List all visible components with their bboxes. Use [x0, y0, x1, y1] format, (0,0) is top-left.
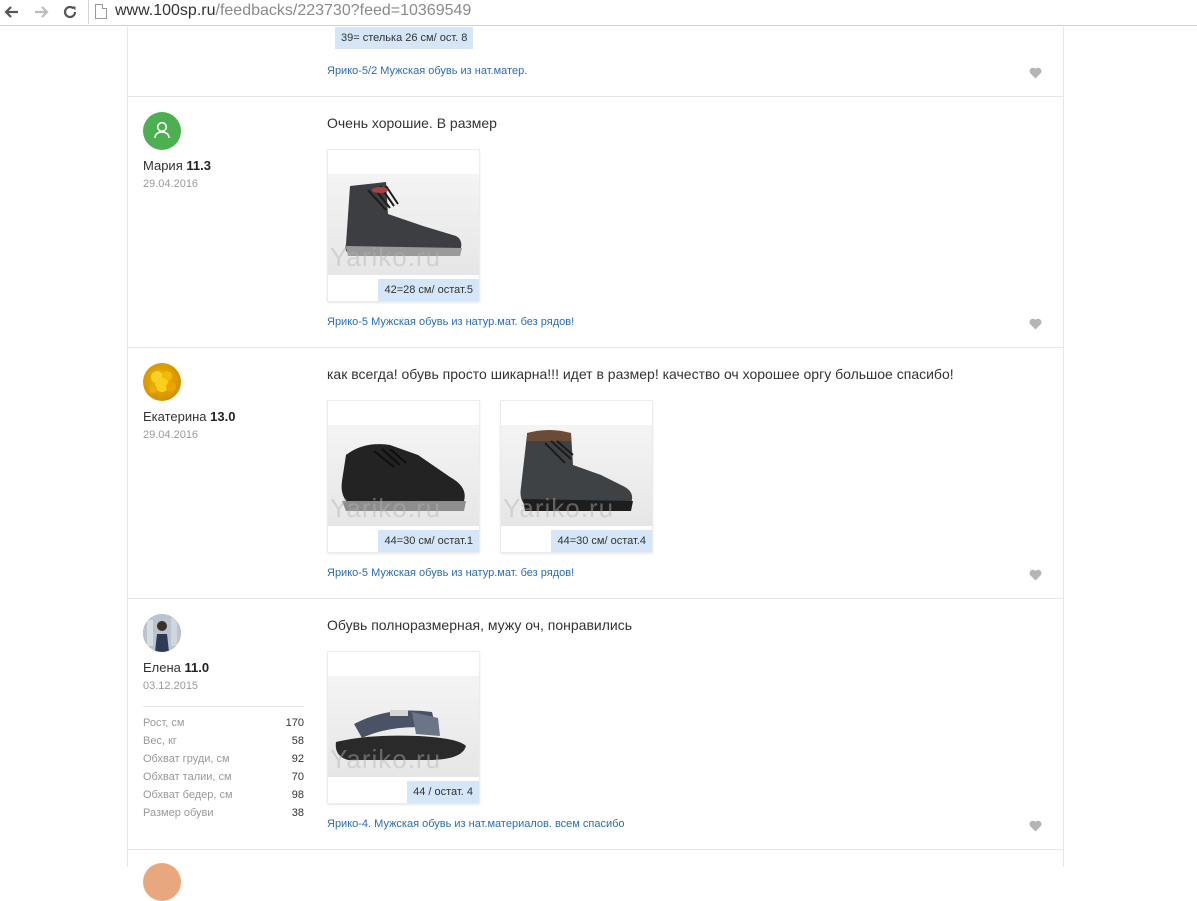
url-path: /feedbacks/223730?feed=10369549 — [215, 2, 472, 19]
person-photo-avatar-image — [143, 614, 181, 652]
back-button[interactable] — [2, 2, 22, 22]
review-item: Екатерина 13.0 29.04.2016 как всегда! об… — [128, 348, 1063, 599]
body-param-row: Обхват талии, см 70 — [143, 771, 304, 789]
url-host: www.100sp.ru — [115, 2, 216, 19]
review-date: 29.04.2016 — [143, 429, 199, 441]
photo-watermark: Yariko.ru — [330, 242, 442, 272]
param-label: Рост, см — [143, 717, 185, 729]
param-label: Вес, кг — [143, 735, 177, 747]
review-photo[interactable]: Yariko.ru 44=30 см/ остат.1 — [328, 401, 479, 552]
review-date: 29.04.2016 — [143, 178, 199, 190]
review-date: 03.12.2015 — [143, 680, 199, 692]
param-value: 70 — [291, 771, 304, 783]
body-params-table: Рост, см 170 Вес, кг 58 Обхват груди, см 92… — [143, 706, 304, 825]
param-value: 170 — [285, 717, 304, 729]
param-value: 98 — [291, 789, 304, 801]
body-param-row: Обхват груди, см 92 — [143, 753, 304, 771]
product-photo: Yariko.ru — [328, 425, 479, 526]
param-label: Размер обуви — [143, 807, 214, 819]
heart-icon[interactable] — [1029, 569, 1042, 581]
photo-size-label: 44=30 см/ остат.1 — [378, 530, 479, 552]
review-text: Обувь полноразмерная, мужу оч, понравили… — [327, 617, 632, 633]
review-photo[interactable]: Yariko.ru 44 / остат. 4 — [328, 652, 479, 803]
photo-watermark: Yariko.ru — [503, 493, 615, 523]
photo-watermark: Yariko.ru — [330, 744, 442, 774]
review-item: Мария 11.3 29.04.2016 Очень хорошие. В р… — [128, 97, 1063, 348]
author-name[interactable]: Екатерина 13.0 — [143, 409, 235, 424]
product-link[interactable]: Ярико-5 Мужская обувь из натур.мат. без … — [327, 567, 574, 579]
param-value: 38 — [291, 807, 304, 819]
heart-icon[interactable] — [1029, 318, 1042, 330]
author-name[interactable]: Мария 11.3 — [143, 158, 211, 173]
author-rating: 11.3 — [186, 158, 211, 173]
product-link[interactable]: Ярико-5 Мужская обувь из натур.мат. без … — [327, 316, 574, 328]
review-photo[interactable]: Yariko.ru 44=30 см/ остат.4 — [501, 401, 652, 552]
photo-size-label: 44 / остат. 4 — [407, 781, 479, 803]
param-value: 92 — [291, 753, 304, 765]
feedback-list: 39= стелька 26 см/ ост. 8 Ярико-5/2 Мужс… — [127, 27, 1064, 901]
avatar[interactable] — [143, 863, 181, 901]
photo-watermark: Yariko.ru — [330, 493, 442, 523]
review-text: Очень хорошие. В размер — [327, 115, 497, 131]
url-text: www.100sp.ru/feedbacks/223730?feed=10369… — [115, 2, 471, 20]
back-arrow-icon — [4, 6, 18, 18]
param-label: Обхват талии, см — [143, 771, 232, 783]
flower-avatar-image — [149, 371, 176, 393]
author-rating: 11.0 — [184, 660, 210, 675]
author-name-text: Екатерина — [143, 409, 207, 424]
author-name-text: Мария — [143, 158, 183, 173]
product-photo: Yariko.ru — [328, 174, 479, 275]
body-param-row: Размер обуви 38 — [143, 807, 304, 825]
author-name[interactable]: Елена 11.0 — [143, 660, 209, 675]
product-link[interactable]: Ярико-4. Мужская обувь из нат.материалов… — [327, 818, 625, 830]
forward-button[interactable] — [31, 2, 51, 22]
product-photo: Yariko.ru — [328, 676, 479, 777]
param-label: Обхват груди, см — [143, 753, 230, 765]
param-label: Обхват бедер, см — [143, 789, 233, 801]
author-name-text: Елена — [143, 660, 181, 675]
user-icon — [154, 121, 170, 139]
avatar[interactable] — [143, 614, 181, 652]
review-text: как всегда! обувь просто шикарна!!! идет… — [327, 366, 954, 382]
address-bar[interactable]: www.100sp.ru/feedbacks/223730?feed=10369… — [88, 0, 1197, 24]
product-link[interactable]: Ярико-5/2 Мужская обувь из нат.матер. — [327, 65, 527, 77]
photo-size-label: 39= стелька 26 см/ ост. 8 — [335, 27, 474, 49]
photo-size-label: 44=30 см/ остат.4 — [551, 530, 652, 552]
page-icon — [95, 4, 107, 19]
author-rating: 13.0 — [210, 409, 236, 424]
review-partial: 39= стелька 26 см/ ост. 8 Ярико-5/2 Мужс… — [128, 27, 1063, 97]
body-param-row: Вес, кг 58 — [143, 735, 304, 753]
heart-icon[interactable] — [1029, 67, 1042, 79]
review-photo[interactable]: Yariko.ru 42=28 см/ остат.5 — [328, 150, 479, 301]
reload-button[interactable] — [60, 2, 80, 22]
forward-arrow-icon — [35, 6, 49, 18]
product-photo: Yariko.ru — [501, 425, 652, 526]
avatar[interactable] — [143, 112, 181, 150]
body-param-row: Обхват бедер, см 98 — [143, 789, 304, 807]
param-value: 58 — [291, 735, 304, 747]
heart-icon[interactable] — [1029, 820, 1042, 832]
reload-icon — [63, 5, 77, 19]
avatar[interactable] — [143, 363, 181, 401]
photo-size-label: 42=28 см/ остат.5 — [378, 279, 479, 301]
body-param-row: Рост, см 170 — [143, 717, 304, 735]
browser-toolbar: www.100sp.ru/feedbacks/223730?feed=10369… — [0, 0, 1197, 26]
